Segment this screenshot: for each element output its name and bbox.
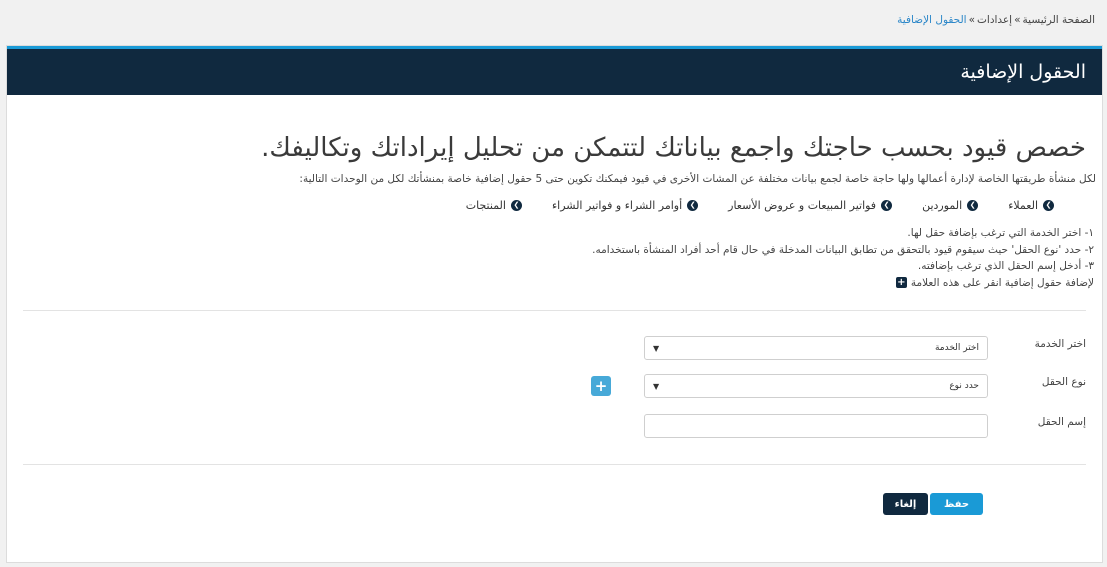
plus-icon: + xyxy=(594,376,608,395)
save-button[interactable]: حفظ xyxy=(930,493,983,515)
intro-text: لكل منشأة طريقتها الخاصة لإدارة أعمالها … xyxy=(299,173,1096,185)
panel-content: خصص قيود بحسب حاجتك واجمع بياناتك لتتمكن… xyxy=(7,95,1102,562)
headline: خصص قيود بحسب حاجتك واجمع بياناتك لتتمكن… xyxy=(261,133,1086,163)
page-title: الحقول الإضافية xyxy=(960,61,1086,83)
unit-item-customers[interactable]: ❯ العملاء xyxy=(1008,199,1054,212)
field-name-input[interactable] xyxy=(644,414,988,438)
plus-icon: + xyxy=(895,276,907,289)
unit-label: العملاء xyxy=(1008,199,1038,212)
field-type-label: نوع الحقل xyxy=(1041,376,1086,388)
divider xyxy=(23,310,1086,311)
unit-label: أوامر الشراء و فواتير الشراء xyxy=(551,199,683,212)
divider xyxy=(23,464,1086,465)
service-label: اختر الخدمة xyxy=(1034,338,1086,350)
caret-down-icon: ▼ xyxy=(653,381,660,391)
breadcrumb-home[interactable]: الصفحة الرئيسية xyxy=(1023,14,1095,26)
chevron-circle-icon: ❯ xyxy=(881,200,893,211)
service-select-value: اختر الخدمة xyxy=(934,343,979,353)
unit-item-purchase-orders[interactable]: ❯ أوامر الشراء و فواتير الشراء xyxy=(551,199,699,212)
main-panel: الحقول الإضافية خصص قيود بحسب حاجتك واجم… xyxy=(6,45,1103,563)
unit-label: الموردين xyxy=(922,199,963,212)
field-type-select[interactable]: حدد نوع ▼ xyxy=(644,374,988,398)
chevron-circle-icon: ❯ xyxy=(687,200,699,211)
chevron-circle-icon: ❯ xyxy=(510,200,522,211)
breadcrumb-separator: » xyxy=(1014,14,1021,26)
add-hint: لإضافة حقول إضافية انقر على هذه العلامة … xyxy=(592,275,1094,292)
unit-label: فواتير المبيعات و عروض الأسعار xyxy=(728,199,877,212)
unit-item-products[interactable]: ❯ المنتجات xyxy=(466,199,522,212)
instructions: ١- اختر الخدمة التي ترغب بإضافة حقل لها.… xyxy=(592,225,1094,291)
breadcrumb-settings[interactable]: إعدادات xyxy=(977,14,1012,26)
panel-header: الحقول الإضافية xyxy=(7,46,1102,95)
unit-item-suppliers[interactable]: ❯ الموردين xyxy=(922,199,979,212)
service-select[interactable]: اختر الخدمة ▼ xyxy=(644,336,988,360)
field-name-label: إسم الحقل xyxy=(1037,416,1086,428)
caret-down-icon: ▼ xyxy=(653,343,660,353)
chevron-circle-icon: ❯ xyxy=(1043,200,1054,211)
field-type-select-value: حدد نوع xyxy=(949,381,979,391)
add-hint-text: لإضافة حقول إضافية انقر على هذه العلامة xyxy=(910,276,1094,289)
breadcrumb-current[interactable]: الحقول الإضافية xyxy=(897,14,966,26)
instruction-step: ١- اختر الخدمة التي ترغب بإضافة حقل لها. xyxy=(907,227,1094,239)
breadcrumb: الصفحة الرئيسية»إعدادات»الحقول الإضافية xyxy=(897,14,1095,26)
unit-label: المنتجات xyxy=(465,199,506,212)
instruction-step: ٢- حدد 'نوع الحقل' حيث سيقوم قيود بالتحق… xyxy=(592,243,1094,256)
chevron-circle-icon: ❯ xyxy=(967,200,979,211)
unit-item-sales-invoices[interactable]: ❯ فواتير المبيعات و عروض الأسعار xyxy=(728,199,893,212)
add-field-button[interactable]: + xyxy=(591,376,611,396)
cancel-button[interactable]: إلغاء xyxy=(883,493,928,515)
units-list: ❯ العملاء ❯ الموردين ❯ فواتير المبيعات و… xyxy=(466,199,1054,212)
instruction-step: ٣- أدخل إسم الحقل الذي ترغب بإضافته. xyxy=(917,260,1094,272)
breadcrumb-separator: » xyxy=(968,14,976,26)
